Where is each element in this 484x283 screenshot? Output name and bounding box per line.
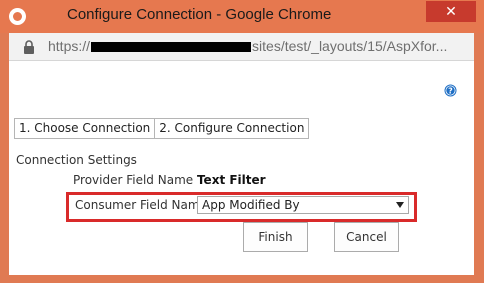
- svg-text:?: ?: [448, 86, 453, 95]
- wizard-tabs: 1. Choose Connection 2. Configure Connec…: [14, 118, 310, 139]
- title-bar: Configure Connection - Google Chrome ✕: [0, 0, 484, 33]
- dialog-content: ? 1. Choose Connection 2. Configure Conn…: [9, 61, 474, 275]
- redacted-url-segment: [91, 42, 252, 53]
- address-bar: https:// sites/test/_layouts/15/AspXfor..…: [9, 33, 474, 61]
- chrome-icon: [9, 8, 26, 25]
- consumer-field-label: Consumer Field Name: [75, 198, 207, 212]
- provider-field-value: Text Filter: [196, 173, 266, 187]
- window-title: Configure Connection - Google Chrome: [67, 6, 332, 23]
- help-icon[interactable]: ?: [444, 84, 457, 97]
- provider-field-label: Provider Field Name: [73, 173, 194, 187]
- url-prefix: https://: [48, 38, 91, 54]
- url-suffix: sites/test/_layouts/15/AspXfor...: [252, 38, 448, 54]
- consumer-field-highlight: Consumer Field Name App Modified By: [66, 192, 417, 222]
- browser-window: Configure Connection - Google Chrome ✕ h…: [0, 0, 484, 283]
- close-button[interactable]: ✕: [426, 1, 476, 22]
- finish-button[interactable]: Finish: [243, 222, 308, 252]
- consumer-field-select[interactable]: App Modified By: [197, 196, 409, 214]
- provider-field-row: Provider Field Name Text Filter: [73, 173, 266, 187]
- url-text[interactable]: https:// sites/test/_layouts/15/AspXfor..…: [48, 38, 447, 54]
- tab-configure-connection[interactable]: 2. Configure Connection: [155, 118, 310, 139]
- chevron-down-icon[interactable]: [396, 202, 404, 208]
- section-heading: Connection Settings: [16, 153, 137, 167]
- tab-divider: [279, 138, 289, 139]
- consumer-field-selected-value: App Modified By: [202, 198, 300, 212]
- cancel-button[interactable]: Cancel: [334, 222, 399, 252]
- lock-icon: [24, 40, 34, 54]
- tab-choose-connection[interactable]: 1. Choose Connection: [14, 118, 156, 139]
